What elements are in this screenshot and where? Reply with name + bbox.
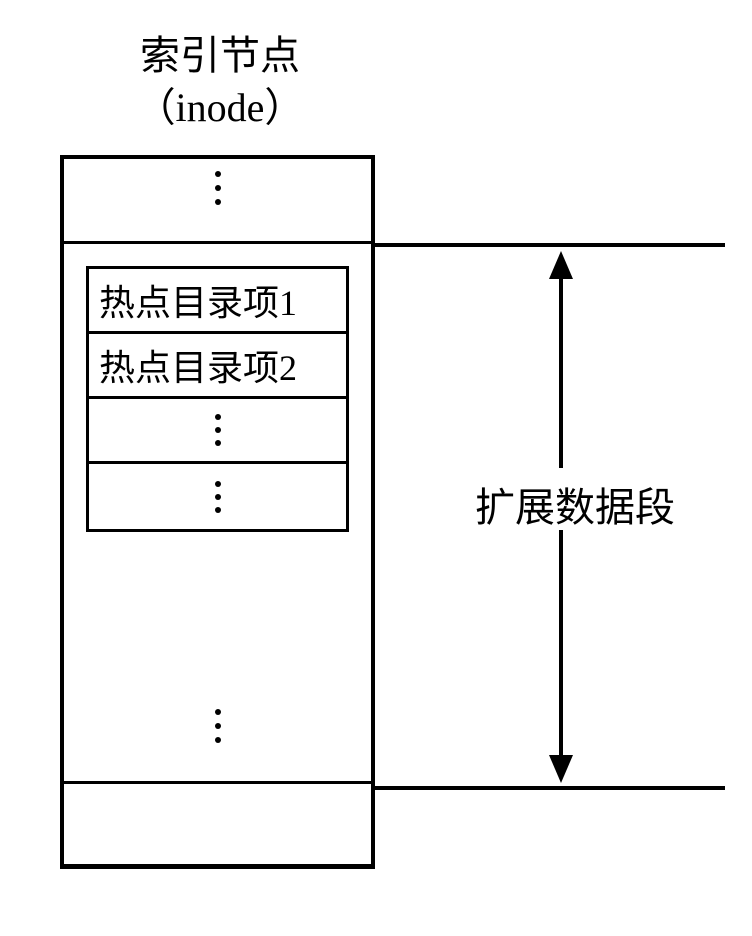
ellipsis-icon — [215, 709, 221, 743]
title-line2: （inode） — [136, 85, 305, 130]
hot-entry-row-empty — [89, 399, 346, 464]
hot-entry-label: 热点目录项2 — [99, 339, 297, 391]
extended-data-label: 扩展数据段 — [475, 475, 675, 533]
hot-entry-row: 热点目录项2 — [89, 334, 346, 399]
ellipsis-icon — [215, 171, 221, 205]
bracket-bottom-line — [375, 786, 725, 790]
extended-data-section: 热点目录项1 热点目录项2 — [64, 244, 371, 784]
hot-entry-label: 热点目录项1 — [99, 274, 297, 326]
bracket-top-line — [375, 243, 725, 247]
hot-entry-row-empty — [89, 464, 346, 529]
hot-entries-table: 热点目录项1 热点目录项2 — [86, 266, 349, 532]
diagram-title: 索引节点 （inode） — [95, 30, 345, 134]
arrow-shaft-lower — [559, 530, 563, 760]
inode-bottom-section — [64, 784, 371, 864]
title-line1: 索引节点 — [140, 33, 300, 78]
arrow-down-icon — [549, 755, 573, 783]
arrow-shaft-upper — [559, 270, 563, 468]
hot-entry-row: 热点目录项1 — [89, 269, 346, 334]
inode-structure: 热点目录项1 热点目录项2 — [60, 155, 375, 869]
inode-top-section — [64, 159, 371, 244]
